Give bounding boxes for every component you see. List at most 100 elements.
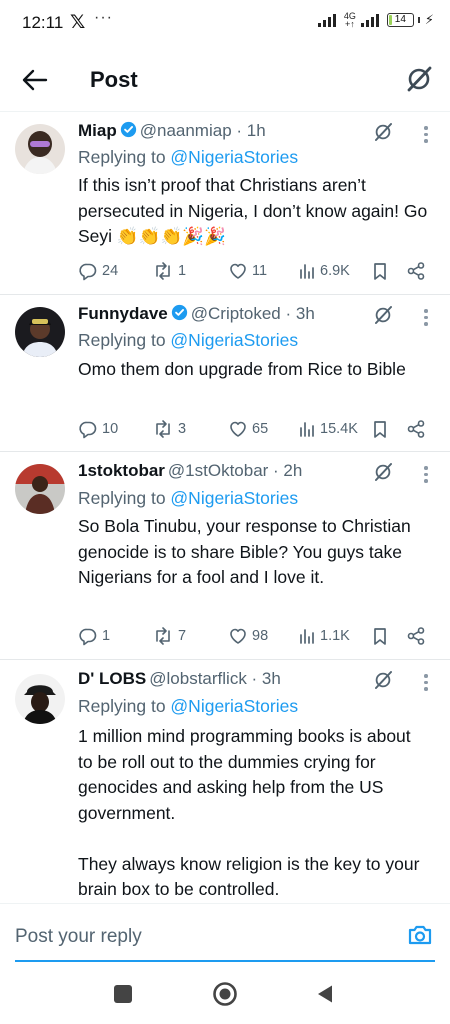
bookmark-icon: [374, 421, 386, 438]
more-options-icon[interactable]: [424, 674, 428, 692]
share-icon: [407, 627, 425, 645]
avatar[interactable]: [15, 124, 65, 174]
grok-icon[interactable]: [405, 65, 433, 93]
repost-button[interactable]: 1: [152, 260, 186, 282]
display-name[interactable]: D' LOBS: [78, 669, 146, 688]
grok-icon[interactable]: [373, 122, 393, 142]
display-name[interactable]: Miap: [78, 121, 117, 140]
views-icon: [300, 629, 314, 644]
repost-icon: [156, 627, 170, 645]
like-count: 65: [252, 421, 269, 437]
reply-icon: [79, 628, 97, 646]
handle-time[interactable]: @lobstarflick · 3h: [149, 669, 281, 688]
bookmark-icon: [374, 263, 386, 280]
grok-icon[interactable]: [373, 305, 393, 325]
replying-to: Replying to @NigeriaStories: [78, 488, 299, 508]
avatar[interactable]: [15, 464, 65, 514]
more-options-icon[interactable]: [424, 126, 428, 144]
status-time: 12:11: [22, 13, 64, 32]
reply-composer[interactable]: Post your reply: [0, 903, 450, 963]
bookmark-button[interactable]: [371, 418, 389, 440]
bookmark-button[interactable]: [371, 625, 389, 647]
reply-count: 1: [102, 628, 111, 644]
views-count: 1.1K: [320, 628, 350, 644]
like-count: 98: [252, 628, 269, 644]
camera-icon[interactable]: [407, 923, 433, 947]
reply-button[interactable]: 24: [78, 260, 118, 282]
replying-to: Replying to @NigeriaStories: [78, 147, 299, 167]
share-icon: [407, 262, 425, 280]
repost-count: 1: [178, 263, 187, 279]
more-options-icon[interactable]: [424, 466, 428, 484]
views-icon: [300, 264, 314, 279]
share-icon: [407, 420, 425, 438]
repost-count: 3: [178, 421, 187, 437]
tweet-text: 1 million mind programming books is abou…: [78, 726, 420, 899]
reply-tweet[interactable]: Funnydave @Criptoked · 3h Replying to @Ni…: [0, 295, 450, 452]
like-button[interactable]: 11: [228, 260, 267, 282]
arrow-left-icon[interactable]: [20, 65, 50, 95]
reply-tweet[interactable]: Miap @naanmiap · 1h Replying to @NigeriaS…: [0, 112, 450, 295]
heart-icon: [230, 628, 246, 644]
handle-time[interactable]: @naanmiap · 1h: [140, 121, 266, 140]
tweet-text: If this isn’t proof that Christians aren…: [78, 175, 433, 246]
reply-count: 10: [102, 421, 119, 437]
reply-input[interactable]: Post your reply: [15, 926, 142, 948]
repost-count: 7: [178, 628, 187, 644]
signal-icon: [317, 13, 336, 27]
bookmark-button[interactable]: [371, 260, 389, 282]
handle-time[interactable]: @1stOktobar · 2h: [168, 461, 302, 480]
recent-apps-button[interactable]: [114, 985, 132, 1003]
mention-link[interactable]: @NigeriaStories: [170, 696, 298, 716]
display-name[interactable]: 1stoktobar: [78, 461, 165, 480]
views-button[interactable]: 15.4K: [298, 418, 358, 440]
more-notifications-icon: ···: [94, 9, 113, 26]
page-title: Post: [90, 67, 138, 92]
mention-link[interactable]: @NigeriaStories: [170, 488, 298, 508]
heart-icon: [230, 421, 246, 437]
tweet-actions: 1 7 98 1.1K: [78, 625, 432, 647]
like-button[interactable]: 98: [228, 625, 268, 647]
reply-count: 24: [102, 263, 119, 279]
battery-percent: 14: [394, 14, 406, 25]
avatar[interactable]: [15, 674, 65, 724]
views-button[interactable]: 6.9K: [298, 260, 350, 282]
repost-icon: [156, 420, 170, 438]
share-button[interactable]: [406, 418, 426, 440]
signal-icon-2: [360, 13, 379, 27]
verified-badge-icon: [120, 121, 136, 138]
reply-button[interactable]: 10: [78, 418, 118, 440]
mention-link[interactable]: @NigeriaStories: [170, 147, 298, 167]
handle-time[interactable]: @Criptoked · 3h: [191, 304, 315, 323]
reply-icon: [79, 263, 97, 281]
more-options-icon[interactable]: [424, 309, 428, 327]
reply-button[interactable]: 1: [78, 625, 110, 647]
system-navigation-bar: [0, 965, 450, 1024]
tweet-text: Omo them don upgrade from Rice to Bible: [78, 359, 406, 379]
reply-tweet[interactable]: 1stoktobar @1stOktobar · 2h Replying to @…: [0, 452, 450, 660]
views-button[interactable]: 1.1K: [298, 625, 350, 647]
mention-link[interactable]: @NigeriaStories: [170, 330, 298, 350]
back-button[interactable]: [316, 984, 334, 1004]
home-button[interactable]: [212, 981, 238, 1007]
status-right: 4G +↑ 14 ⚡: [317, 12, 434, 29]
like-button[interactable]: 65: [228, 418, 268, 440]
share-button[interactable]: [406, 625, 426, 647]
verified-badge-icon: [171, 304, 187, 321]
repost-icon: [156, 262, 170, 280]
grok-icon[interactable]: [373, 670, 393, 690]
reply-icon: [79, 421, 97, 439]
views-count: 6.9K: [320, 263, 350, 279]
avatar[interactable]: [15, 307, 65, 357]
tweet-actions: 24 1 11 6.9K: [78, 260, 432, 282]
grok-icon[interactable]: [373, 462, 393, 482]
share-button[interactable]: [406, 260, 426, 282]
display-name[interactable]: Funnydave: [78, 304, 168, 323]
repost-button[interactable]: 7: [152, 625, 186, 647]
header: Post: [0, 46, 450, 112]
input-underline: [15, 960, 435, 962]
reply-tweet[interactable]: D' LOBS @lobstarflick · 3h Replying to @N…: [0, 660, 450, 903]
views-count: 15.4K: [320, 421, 358, 437]
tweet-actions: 10 3 65 15.4K: [78, 418, 432, 440]
repost-button[interactable]: 3: [152, 418, 186, 440]
